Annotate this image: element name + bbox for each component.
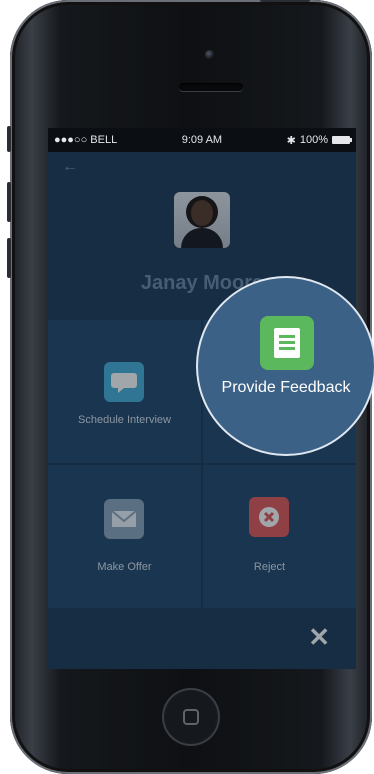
chat-bubble-icon xyxy=(104,362,144,402)
home-button[interactable] xyxy=(162,688,220,746)
reject-label: Reject xyxy=(253,561,286,573)
status-right: ✱ 100% xyxy=(286,134,352,147)
bottom-bar: ✕ xyxy=(48,610,356,669)
make-offer-label: Make Offer xyxy=(97,561,152,573)
battery-icon xyxy=(332,136,352,144)
back-arrow-icon[interactable]: ← xyxy=(62,158,78,176)
mute-switch xyxy=(7,126,11,152)
avatar-body xyxy=(181,228,223,248)
schedule-interview-label: Schedule Interview xyxy=(78,414,171,426)
schedule-interview-button[interactable]: Schedule Interview xyxy=(48,320,201,463)
make-offer-button[interactable]: Make Offer xyxy=(48,465,201,608)
volume-up-button xyxy=(7,182,11,222)
battery-percent: 100% xyxy=(299,134,328,146)
avatar-face xyxy=(191,200,213,226)
power-button xyxy=(260,0,310,2)
document-list-icon xyxy=(260,316,314,370)
home-square-icon xyxy=(183,709,199,725)
avatar xyxy=(174,192,230,248)
close-circle-icon xyxy=(249,497,289,537)
front-camera xyxy=(205,50,215,60)
provide-feedback-label: Provide Feedback xyxy=(221,379,351,396)
reject-button[interactable]: Reject xyxy=(203,465,356,608)
provide-feedback-spotlight[interactable]: Provide Feedback xyxy=(196,276,374,456)
bluetooth-icon: ✱ xyxy=(286,134,296,147)
status-bar: ●●●○○ BELL 9:09 AM ✱ 100% xyxy=(48,128,356,152)
earpiece-speaker xyxy=(179,83,243,91)
clock-label: 9:09 AM xyxy=(181,134,223,146)
carrier-label: ●●●○○ BELL xyxy=(54,134,118,146)
close-icon[interactable]: ✕ xyxy=(308,622,330,653)
volume-down-button xyxy=(7,238,11,278)
envelope-icon xyxy=(104,499,144,539)
